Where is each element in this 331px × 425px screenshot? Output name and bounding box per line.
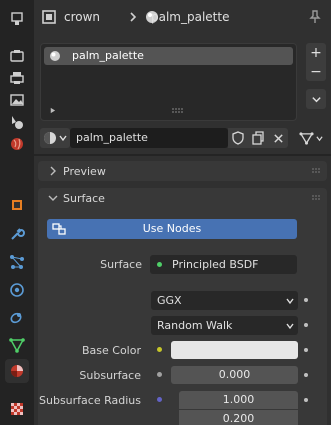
subsurface-method-value: Random Walk [157, 319, 233, 332]
chevron-right-icon [130, 12, 137, 22]
distribution-value: GGX [157, 294, 182, 307]
constraints-tab[interactable] [5, 305, 29, 329]
physics-icon [10, 283, 24, 297]
resize-grip-icon[interactable] [171, 107, 183, 115]
plus-icon: + [310, 44, 322, 61]
fake-user-button[interactable] [228, 128, 248, 148]
divider [34, 154, 331, 156]
material-tab[interactable] [5, 359, 29, 383]
surface-shader-selector[interactable]: Principled BSDF [150, 255, 297, 274]
object-icon [12, 200, 22, 210]
panel-title: Preview [63, 165, 106, 178]
distribution-dropdown[interactable]: GGX [151, 291, 298, 310]
drag-grip-icon[interactable] [311, 194, 321, 202]
link-mode-button[interactable] [297, 128, 325, 148]
material-sphere-icon [50, 51, 60, 61]
material-name-field[interactable]: palm_palette [70, 128, 228, 148]
chevron-down-icon [316, 135, 323, 141]
pin-icon[interactable] [307, 9, 323, 25]
breadcrumb: crown palm_palette [34, 0, 331, 34]
vector-socket-icon[interactable] [157, 397, 162, 402]
shield-icon [232, 131, 244, 145]
chevron-down-icon [286, 323, 294, 330]
particles-icon [10, 255, 24, 269]
subsurface-radius-label: Subsurface Radius [39, 394, 141, 407]
world-tab[interactable] [5, 132, 29, 156]
preview-panel-header[interactable]: Preview [38, 161, 327, 181]
input-socket-icon [304, 373, 308, 377]
tool-tab[interactable] [5, 7, 29, 31]
input-socket-icon [304, 323, 308, 327]
object-tab[interactable] [5, 193, 29, 217]
minus-icon: − [310, 63, 322, 80]
subsurface-label: Subsurface [79, 369, 141, 382]
chevron-down-icon [59, 135, 67, 142]
base-color-label: Base Color [81, 344, 141, 357]
slot-specials-button[interactable] [306, 89, 326, 109]
physics-tab[interactable] [5, 278, 29, 302]
object-icon [42, 10, 56, 24]
use-nodes-label: Use Nodes [142, 222, 202, 235]
printer-icon [10, 72, 24, 84]
modifiers-tab[interactable] [5, 222, 29, 246]
node-tree-icon [52, 223, 66, 235]
chevron-right-icon [50, 166, 56, 176]
use-nodes-button[interactable]: Use Nodes [47, 219, 297, 239]
tool-icon [11, 12, 23, 25]
output-tab[interactable] [5, 66, 29, 90]
surface-panel-header[interactable]: Surface [38, 188, 327, 208]
panel-title: Surface [63, 192, 105, 205]
data-tab[interactable] [5, 333, 29, 357]
material-sphere-icon [44, 132, 56, 144]
surface-shader-value: Principled BSDF [172, 258, 259, 271]
scene-icon [12, 116, 23, 129]
close-icon [273, 133, 283, 143]
remove-slot-button[interactable]: − [306, 62, 326, 81]
mesh-data-icon [9, 338, 25, 353]
subsurface-method-dropdown[interactable]: Random Walk [151, 316, 298, 335]
drag-grip-icon[interactable] [311, 167, 321, 175]
properties-editor: crown palm_palette palm_palette + − palm… [34, 0, 331, 425]
input-socket-icon [304, 398, 308, 402]
constraints-icon [10, 312, 22, 324]
material-slot-list[interactable]: palm_palette [40, 43, 297, 121]
object-name: crown [64, 10, 101, 24]
render-tab[interactable] [5, 44, 29, 68]
shader-socket-icon [157, 262, 162, 267]
add-slot-button[interactable]: + [306, 43, 326, 62]
expand-arrow-icon[interactable] [49, 107, 56, 114]
world-icon [11, 138, 23, 150]
material-browse-button[interactable] [40, 128, 70, 148]
duplicate-icon [252, 131, 264, 145]
float-socket-icon[interactable] [157, 372, 162, 377]
wrench-icon [11, 228, 25, 240]
view-layer-tab[interactable] [5, 88, 29, 112]
chevron-down-icon [286, 298, 294, 305]
camera-back-icon [10, 50, 24, 62]
duplicate-material-button[interactable] [248, 128, 268, 148]
material-icon [11, 365, 23, 377]
color-socket-icon[interactable] [157, 347, 162, 352]
particles-tab[interactable] [5, 250, 29, 274]
input-socket-icon [304, 348, 308, 352]
checker-icon [11, 403, 23, 415]
list-item[interactable]: palm_palette [44, 47, 293, 65]
properties-tab-bar [0, 0, 34, 425]
input-socket-icon [304, 298, 308, 302]
base-color-swatch[interactable] [171, 341, 298, 359]
chevron-down-icon [48, 195, 58, 201]
surface-label: Surface [100, 258, 142, 271]
subsurface-radius-x-field[interactable]: 1.000 [179, 391, 298, 409]
mesh-data-icon [299, 131, 314, 145]
subsurface-radius-y-field[interactable]: 0.200 [179, 410, 298, 425]
slot-label: palm_palette [72, 49, 144, 62]
chevron-down-icon [311, 96, 321, 102]
subsurface-value-field[interactable]: 0.000 [171, 366, 298, 384]
texture-tab[interactable] [5, 397, 29, 421]
material-name: palm_palette [151, 10, 230, 24]
scene-tab[interactable] [5, 110, 29, 134]
unlink-material-button[interactable] [268, 128, 288, 148]
image-icon [10, 94, 24, 106]
